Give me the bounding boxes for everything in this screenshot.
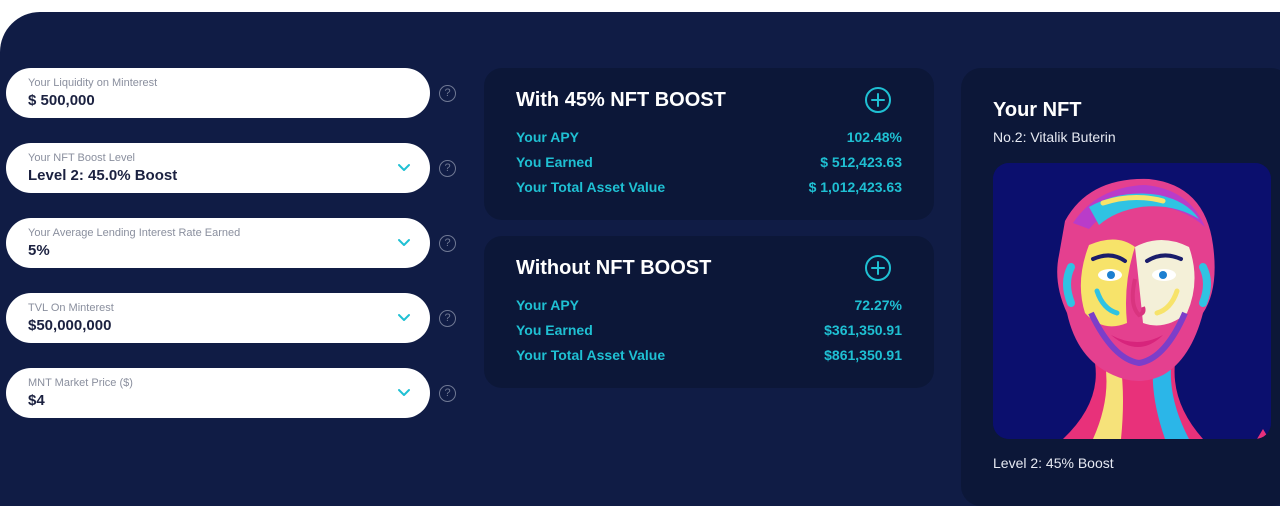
liquidity-value[interactable]: $ 500,000 bbox=[28, 92, 95, 109]
tvl-value: $50,000,000 bbox=[28, 317, 112, 334]
without-boost-apy-row: Your APY 72.27% bbox=[516, 297, 902, 317]
lending-rate-select[interactable]: Your Average Lending Interest Rate Earne… bbox=[6, 218, 430, 268]
mnt-price-value: $4 bbox=[28, 392, 45, 409]
earned-value: $ 512,423.63 bbox=[820, 154, 902, 170]
tvl-label: TVL On Minterest bbox=[28, 302, 114, 314]
apy-value: 102.48% bbox=[846, 129, 902, 145]
apy-value: 72.27% bbox=[854, 297, 902, 313]
nft-portrait-image bbox=[993, 163, 1271, 439]
without-boost-earned-row: You Earned $361,350.91 bbox=[516, 322, 902, 342]
nft-boost-level-select[interactable]: Your NFT Boost Level Level 2: 45.0% Boos… bbox=[6, 143, 430, 193]
nft-boost-level-value: Level 2: 45.0% Boost bbox=[28, 167, 178, 184]
nft-boost-help-icon[interactable]: ? bbox=[439, 160, 456, 177]
chevron-down-icon[interactable] bbox=[396, 159, 412, 175]
with-boost-apy-row: Your APY 102.48% bbox=[516, 129, 902, 149]
nft-title: Your NFT bbox=[993, 99, 1082, 121]
plus-circle-icon[interactable] bbox=[864, 86, 892, 114]
apy-label: Your APY bbox=[516, 297, 580, 313]
chevron-down-icon[interactable] bbox=[396, 309, 412, 325]
with-boost-card: With 45% NFT BOOST Your APY 102.48% You … bbox=[484, 68, 934, 220]
nft-name: No.2: Vitalik Buterin bbox=[993, 129, 1116, 145]
earned-value: $361,350.91 bbox=[824, 322, 902, 338]
liquidity-help-icon[interactable]: ? bbox=[439, 85, 456, 102]
earned-label: You Earned bbox=[516, 154, 593, 170]
plus-circle-icon[interactable] bbox=[864, 254, 892, 282]
chevron-down-icon[interactable] bbox=[396, 384, 412, 400]
mnt-price-help-icon[interactable]: ? bbox=[439, 385, 456, 402]
apy-label: Your APY bbox=[516, 129, 580, 145]
earned-label: You Earned bbox=[516, 322, 593, 338]
without-boost-card: Without NFT BOOST Your APY 72.27% You Ea… bbox=[484, 236, 934, 388]
total-asset-value: $861,350.91 bbox=[824, 347, 902, 363]
total-asset-label: Your Total Asset Value bbox=[516, 347, 666, 363]
tvl-select[interactable]: TVL On Minterest $50,000,000 bbox=[6, 293, 430, 343]
without-boost-total-row: Your Total Asset Value $861,350.91 bbox=[516, 347, 902, 367]
lending-rate-value: 5% bbox=[28, 242, 50, 259]
nft-boost-level: Level 2: 45% Boost bbox=[993, 455, 1114, 471]
lending-rate-help-icon[interactable]: ? bbox=[439, 235, 456, 252]
mnt-price-label: MNT Market Price ($) bbox=[28, 377, 133, 389]
chevron-down-icon[interactable] bbox=[396, 234, 412, 250]
nft-artwork bbox=[993, 163, 1271, 439]
nft-panel: Your NFT No.2: Vitalik Buterin Level 2: … bbox=[961, 68, 1280, 506]
tvl-help-icon[interactable]: ? bbox=[439, 310, 456, 327]
total-asset-value: $ 1,012,423.63 bbox=[808, 179, 902, 195]
without-boost-title: Without NFT BOOST bbox=[516, 257, 712, 279]
with-boost-total-row: Your Total Asset Value $ 1,012,423.63 bbox=[516, 179, 902, 199]
nft-boost-level-label: Your NFT Boost Level bbox=[28, 152, 136, 164]
lending-rate-label: Your Average Lending Interest Rate Earne… bbox=[28, 227, 241, 239]
liquidity-input[interactable]: Your Liquidity on Minterest $ 500,000 bbox=[6, 68, 430, 118]
total-asset-label: Your Total Asset Value bbox=[516, 179, 666, 195]
with-boost-earned-row: You Earned $ 512,423.63 bbox=[516, 154, 902, 174]
with-boost-title: With 45% NFT BOOST bbox=[516, 89, 726, 111]
mnt-price-select[interactable]: MNT Market Price ($) $4 bbox=[6, 368, 430, 418]
liquidity-label: Your Liquidity on Minterest bbox=[28, 77, 158, 89]
